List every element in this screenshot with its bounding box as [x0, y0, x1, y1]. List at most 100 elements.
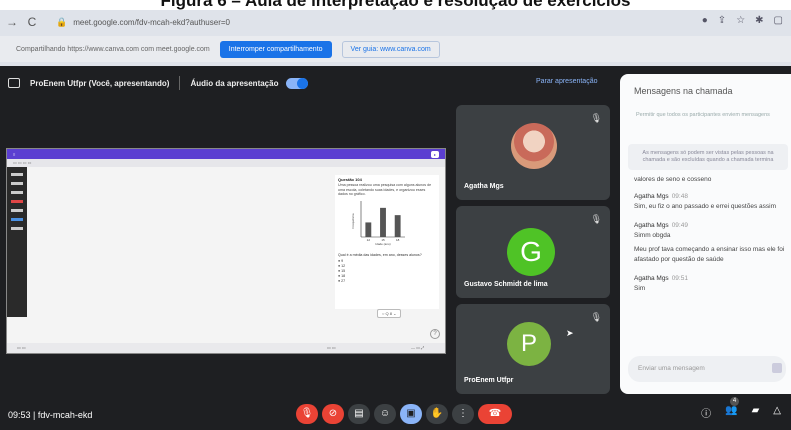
meeting-info-icon[interactable]: ⓘ	[701, 405, 711, 420]
chat-message: Agatha Mgs 09:48 Sim, eu fiz o ano passad…	[634, 193, 791, 212]
present-screen-icon[interactable]: ▣	[400, 404, 422, 424]
footer-controls: — ▭ ⤢	[411, 345, 425, 350]
footer-left: ▭ ▭	[17, 345, 26, 350]
participant-tile-agatha[interactable]: 🎙 Agatha Mgs	[456, 105, 610, 200]
participant-tile-gustavo[interactable]: 🎙 G Gustavo Schmidt de lima	[456, 206, 610, 298]
shared-help-icon: ?	[430, 329, 440, 339]
editor-menu: ≡	[13, 151, 16, 157]
message-text: Meu prof tava começando a ensinar isso m…	[634, 246, 785, 263]
camera-toggle-icon[interactable]: ⊘	[322, 404, 344, 424]
people-icon[interactable]: 👥	[725, 405, 737, 420]
participant-photo	[511, 123, 557, 169]
share-page-icon[interactable]: ⇪	[718, 15, 726, 26]
figure-caption-text: Figura 6 – Aula de interpretação e resol…	[160, 0, 631, 10]
mic-toggle-icon[interactable]: 🎙	[296, 404, 318, 424]
leave-call-icon[interactable]: ☎	[478, 404, 512, 424]
shared-editor-topbar: ≡ ▸	[7, 149, 445, 159]
chart-y-label: Frequência	[351, 213, 355, 228]
message-text: Sim	[634, 285, 646, 292]
presentation-audio-toggle[interactable]	[286, 77, 309, 89]
presentation-audio-label: Áudio da apresentação	[190, 78, 279, 88]
raise-hand-icon[interactable]: ✋	[426, 404, 448, 424]
chart-bar	[365, 222, 372, 237]
message-author: Agatha Mgs	[634, 275, 669, 282]
shared-editor-toolbar: ▭ ▭ ▭ ▭	[7, 159, 445, 167]
shared-editor-sidebar	[7, 167, 27, 317]
bookmark-star-icon[interactable]: ☆	[736, 15, 745, 26]
address-bar-row: → C 🔒 meet.google.com/fdv-mcah-ekd?authu…	[0, 10, 791, 34]
question-options: ● 9 ● 12 ● 15 ● 18 ● 27	[338, 259, 345, 284]
meeting-time-code: 09:53 | fdv-mcah-ekd	[8, 410, 93, 420]
chat-panel: Mensagens na chamada Permitir que todos …	[620, 74, 791, 394]
forward-icon[interactable]: →	[4, 15, 20, 29]
chat-info-note: As mensagens só podem ser vistas pelas p…	[628, 144, 788, 170]
lock-icon[interactable]: 🔒	[56, 17, 67, 28]
sharing-infobar: Compartilhando https://www.canva.com com…	[0, 36, 791, 62]
message-text: Simm obgda	[634, 232, 671, 239]
participant-name: ProEnem Utfpr	[464, 377, 514, 384]
send-icon[interactable]	[772, 363, 782, 373]
browser-toolbar-icons: ● ⇪ ☆ ✱ ▢	[702, 15, 783, 26]
chart-tick-label: 12	[367, 238, 371, 242]
message-author: Agatha Mgs	[634, 222, 669, 229]
window-icon[interactable]: ▢	[774, 15, 783, 26]
question-prompt: Qual é a média das idades, em ano, desse…	[338, 253, 422, 257]
message-text: Sim, eu fiz o ano passado e errei questõ…	[634, 203, 776, 210]
chart-x-label: Idade (ano)	[375, 242, 390, 246]
stop-presenting-button[interactable]: Parar apresentação	[536, 78, 597, 85]
chat-message: Agatha Mgs 09:49 Simm obgda Meu prof tava…	[634, 222, 791, 265]
captions-icon[interactable]: ▤	[348, 404, 370, 424]
chart-bar	[394, 215, 401, 237]
mouse-cursor-icon: ➤	[566, 328, 574, 338]
stop-sharing-button[interactable]: Interromper compartilhamento	[219, 40, 332, 58]
message-time: 09:48	[671, 193, 688, 200]
participant-tile-proenem[interactable]: 🎙 P ProEnem Utfpr	[456, 304, 610, 394]
mic-off-icon: 🎙	[590, 113, 602, 123]
mic-off-icon: 🎙	[590, 214, 602, 224]
call-controls: 🎙 ⊘ ▤ ☺ ▣ ✋ ⋮ ☎	[296, 404, 512, 424]
chat-message-continued: valores de seno e cosseno	[634, 176, 712, 183]
reactions-icon[interactable]: ☺	[374, 404, 396, 424]
figure-caption: Figura 6 – Aula de interpretação e resol…	[0, 0, 791, 10]
divider	[179, 76, 181, 90]
editor-share-button: ▸	[430, 150, 439, 158]
activities-icon[interactable]: △	[773, 405, 781, 420]
chat-input-placeholder: Enviar uma mensagem	[638, 365, 705, 372]
chat-icon[interactable]: ▰	[752, 405, 760, 420]
extensions-icon[interactable]: ✱	[755, 15, 763, 26]
mic-off-icon: 🎙	[590, 312, 602, 322]
meet-area: ProEnem Utfpr (Você, apresentando) Áudio…	[0, 66, 791, 430]
more-options-icon[interactable]: ⋮	[452, 404, 474, 424]
participant-avatar: P	[507, 322, 551, 366]
presentation-title: ProEnem Utfpr (Você, apresentando)	[30, 78, 170, 88]
chart-tick-label: 18	[396, 238, 400, 242]
chart-bar	[380, 207, 386, 237]
message-author: Agatha Mgs	[634, 193, 669, 200]
shared-editor-footer: ▭ ▭ ▭ ▭ — ▭ ⤢	[7, 343, 445, 353]
location-icon[interactable]: ●	[702, 15, 708, 26]
participant-name: Agatha Mgs	[464, 183, 504, 190]
sharing-text: Compartilhando https://www.canva.com com…	[16, 45, 210, 53]
message-time: 09:51	[671, 275, 688, 282]
chat-message: Agatha Mgs 09:51 Sim	[634, 275, 791, 294]
question-bar-chart: Frequência Idade (ano) 12 15 18	[351, 201, 405, 246]
shared-screen: ≡ ▸ ▭ ▭ ▭ ▭ Questão 104 Uma pessoa reali…	[6, 148, 446, 354]
option-e: ● 27	[338, 279, 346, 283]
participant-avatar: G	[507, 228, 555, 276]
chat-permission-toggle[interactable]: Permitir que todos os participantes envi…	[632, 108, 784, 138]
chat-title: Mensagens na chamada	[634, 86, 733, 96]
chart-tick-label: 15	[381, 238, 385, 242]
reload-icon[interactable]: C	[24, 15, 40, 29]
footer-pages: ▭ ▭	[327, 345, 336, 350]
presentation-icon	[8, 78, 20, 88]
browser-chrome: → C 🔒 meet.google.com/fdv-mcah-ekd?authu…	[0, 10, 791, 66]
chat-message-input[interactable]: Enviar uma mensagem	[628, 356, 786, 382]
view-tab-button[interactable]: Ver guia: www.canva.com	[341, 40, 440, 58]
screenshot-root: Figura 6 – Aula de interpretação e resol…	[0, 0, 791, 430]
participant-name: Gustavo Schmidt de lima	[464, 281, 548, 288]
presentation-bar: ProEnem Utfpr (Você, apresentando) Áudio…	[0, 66, 620, 100]
question-text: Uma pessoa realizou uma pesquisa com alg…	[338, 183, 432, 196]
shared-zoom-control: ○ Q 8 ⌄	[377, 309, 402, 318]
url-field[interactable]: meet.google.com/fdv-mcah-ekd?authuser=0	[73, 18, 230, 27]
shared-question-page: Questão 104 Uma pessoa realizou uma pesq…	[335, 175, 439, 309]
